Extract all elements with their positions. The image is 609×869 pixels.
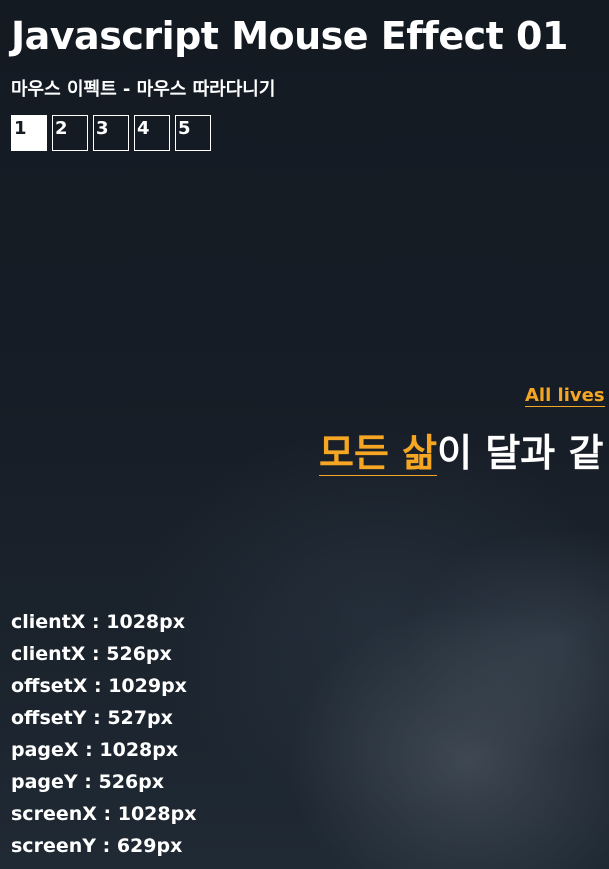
mouse-info-pagex: pageX : 1028px [11, 739, 179, 761]
quote-korean-rest: 이 달과 같 [437, 431, 604, 475]
quote-korean-highlight: 모든 삶 [319, 431, 438, 476]
quote-english-rest: a [605, 385, 609, 406]
mouse-info-screeny: screenY : 629px [11, 835, 183, 857]
mouse-info-clientx-2: clientX : 526px [11, 643, 172, 665]
mouse-info-offsety: offsetY : 527px [11, 707, 173, 729]
page-link-3[interactable]: 3 [93, 115, 129, 151]
mouse-info-screenx: screenX : 1028px [11, 803, 197, 825]
page-title: Javascript Mouse Effect 01 [11, 14, 568, 58]
page-link-4[interactable]: 4 [134, 115, 170, 151]
page-subtitle: 마우스 이펙트 - 마우스 따라다니기 [11, 79, 276, 100]
quote-english: All lives a [525, 383, 609, 409]
quote-english-highlight: All lives [525, 385, 605, 407]
mouse-info-offsetx: offsetX : 1029px [11, 675, 187, 697]
page-link-5[interactable]: 5 [175, 115, 211, 151]
mouse-info-clientx: clientX : 1028px [11, 611, 186, 633]
page-link-1[interactable]: 1 [11, 115, 47, 151]
quote-korean: 모든 삶이 달과 같 [319, 425, 603, 481]
mouse-info-list: clientX : 1028px clientX : 526px offsetX… [11, 606, 196, 862]
pagination: 1 2 3 4 5 [11, 115, 211, 151]
mouse-info-pagey: pageY : 526px [11, 771, 165, 793]
page-link-2[interactable]: 2 [52, 115, 88, 151]
